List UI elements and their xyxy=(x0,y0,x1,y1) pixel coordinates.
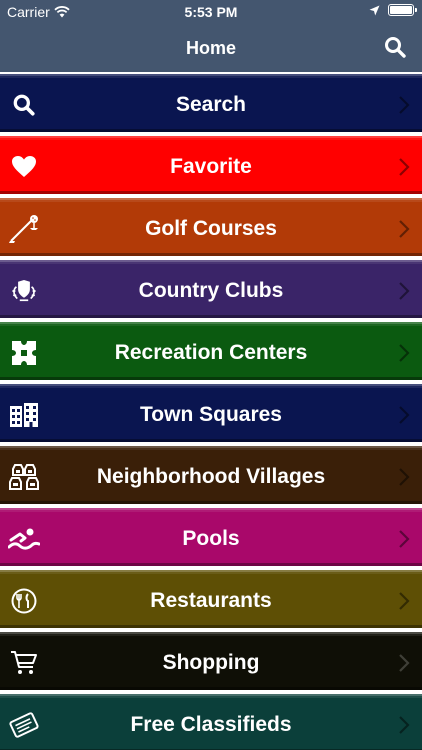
menu-item-pools[interactable]: Pools xyxy=(0,508,422,566)
menu-item-label: Neighborhood Villages xyxy=(96,465,326,488)
menu-item-restaurants[interactable]: Restaurants xyxy=(0,570,422,628)
battery-icon xyxy=(388,4,417,16)
home-menu: Search Favorite Golf Courses Country Clu… xyxy=(0,72,422,750)
chevron-right-icon xyxy=(399,96,410,114)
chevron-right-icon xyxy=(399,406,410,424)
menu-item-label: Restaurants xyxy=(150,589,272,612)
menu-item-neighborhood-villages[interactable]: Neighborhood Villages xyxy=(0,446,422,504)
menu-item-label: Pools xyxy=(182,527,240,550)
chevron-right-icon xyxy=(399,592,410,610)
menu-item-search[interactable]: Search xyxy=(0,74,422,132)
chevron-right-icon xyxy=(399,716,410,734)
location-arrow-icon xyxy=(369,5,380,15)
menu-item-country-clubs[interactable]: Country Clubs xyxy=(0,260,422,318)
chevron-right-icon xyxy=(399,530,410,548)
menu-item-label: Shopping xyxy=(162,651,260,674)
menu-item-label: Town Squares xyxy=(140,403,282,426)
menu-item-town-squares[interactable]: Town Squares xyxy=(0,384,422,442)
chevron-right-icon xyxy=(399,468,410,486)
chevron-right-icon xyxy=(399,654,410,672)
page-title: Home xyxy=(185,38,236,58)
chevron-right-icon xyxy=(399,282,410,300)
menu-item-label: Free Classifieds xyxy=(130,713,292,736)
menu-item-golf-courses[interactable]: Golf Courses xyxy=(0,198,422,256)
menu-item-label: Search xyxy=(175,93,247,116)
chevron-right-icon xyxy=(399,220,410,238)
status-bar: Carrier 5:53 PM xyxy=(0,0,422,24)
menu-item-label: Golf Courses xyxy=(145,217,277,240)
nav-search-button[interactable] xyxy=(384,36,408,60)
menu-item-recreation-centers[interactable]: Recreation Centers xyxy=(0,322,422,380)
menu-item-label: Country Clubs xyxy=(138,279,284,302)
menu-item-favorite[interactable]: Favorite xyxy=(0,136,422,194)
chevron-right-icon xyxy=(399,344,410,362)
search-icon xyxy=(385,37,406,58)
menu-item-shopping[interactable]: Shopping xyxy=(0,632,422,690)
status-time: 5:53 PM xyxy=(184,4,238,20)
menu-item-free-classifieds[interactable]: Free Classifieds xyxy=(0,694,422,750)
menu-item-label: Recreation Centers xyxy=(114,341,308,364)
menu-item-label: Favorite xyxy=(170,155,252,178)
chevron-right-icon xyxy=(399,158,410,176)
navigation-bar: Home xyxy=(0,24,422,72)
